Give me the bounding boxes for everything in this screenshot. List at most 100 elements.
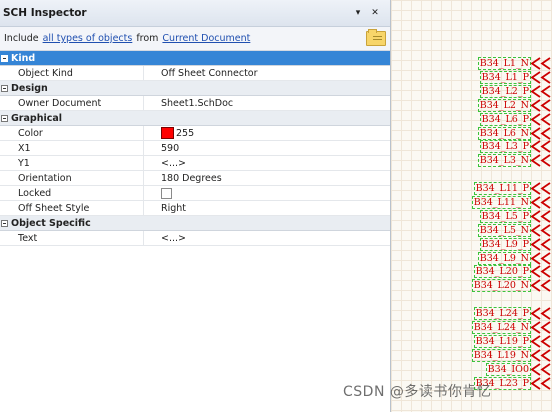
section-header[interactable]: Object Specific [0,216,390,231]
inspector-title: SCH Inspector [3,7,87,19]
off-sheet-connector[interactable]: B34_L24_P [473,307,552,320]
property-value-text: <...> [161,232,186,244]
net-label: B34_L11_P [473,182,531,195]
filter-bar: Include all types of objects from Curren… [0,27,390,51]
off-sheet-connector[interactable]: B34_L9_P [479,237,552,251]
off-sheet-connector[interactable]: B34_L1_P [479,70,552,84]
section-header[interactable]: Graphical [0,111,390,126]
property-name: X1 [18,142,31,154]
property-name: Color [18,127,43,139]
collapse-icon[interactable] [1,219,8,227]
property-row[interactable]: Y1 <...> [0,156,390,171]
section-title: Object Specific [11,217,91,229]
off-sheet-arrow-icon [530,57,551,70]
off-sheet-connector[interactable]: B34_L2_P [479,84,552,98]
property-row[interactable]: Owner Document Sheet1.SchDoc [0,96,390,111]
property-name: Owner Document [18,97,102,109]
off-sheet-connector[interactable]: B34_L5_N [477,223,552,237]
property-value[interactable]: Off Sheet Connector [143,66,390,80]
off-sheet-arrow-icon [530,98,551,112]
section-header[interactable]: Design [0,81,390,96]
net-label: B34_L5_P [479,209,531,223]
property-value[interactable] [143,186,390,200]
off-sheet-arrow-icon [530,140,551,154]
net-label: B34_L20_N [471,279,531,293]
net-label: B34_L2_N [477,98,531,112]
off-sheet-connector[interactable]: B34_L5_P [479,209,552,223]
off-sheet-connector[interactable]: B34_L11_N [471,195,552,209]
off-sheet-arrow-icon [530,376,551,390]
folder-icon[interactable] [366,29,386,46]
off-sheet-connector[interactable]: B34_L20_N [471,279,552,293]
property-name: Text [18,232,38,244]
property-row[interactable]: Off Sheet Style Right [0,201,390,216]
object-type-filter-link[interactable]: all types of objects [43,33,133,44]
net-label: B34_L11_N [471,195,531,209]
off-sheet-arrow-icon [530,154,551,168]
property-row[interactable]: X1 590 [0,141,390,156]
off-sheet-arrow-icon [530,210,551,223]
property-value[interactable]: 590 [143,141,390,155]
close-icon[interactable]: ✕ [368,8,382,18]
property-name: Y1 [18,157,30,169]
net-label: B34_L1_N [477,57,531,70]
net-label: B34_L19_P [473,334,531,348]
section-header[interactable]: Kind [0,51,390,66]
watermark: CSDN @多读书你肯忆 [343,384,492,400]
locked-checkbox[interactable] [161,187,172,199]
off-sheet-connector[interactable]: B34_L19_N [471,348,552,362]
color-swatch[interactable] [161,127,174,139]
property-row[interactable]: Color 255 [0,126,390,141]
off-sheet-connector[interactable]: B34_L19_P [473,334,552,348]
off-sheet-arrow-icon [530,348,551,362]
off-sheet-connector[interactable]: B34_L9_N [477,251,552,265]
off-sheet-connector[interactable]: B34_L6_N [477,126,552,140]
off-sheet-connector[interactable]: B34_L20_P [473,265,552,279]
property-value[interactable]: <...> [143,231,390,245]
off-sheet-connector[interactable]: B34_IO0 [485,362,552,376]
off-sheet-connector[interactable]: B34_L11_P [473,182,552,195]
off-sheet-arrow-icon [530,321,551,334]
property-value[interactable]: Sheet1.SchDoc [143,96,390,110]
property-row[interactable]: Object Kind Off Sheet Connector [0,66,390,81]
off-sheet-connector[interactable]: B34_L24_N [471,320,552,334]
off-sheet-arrow-icon [530,251,551,265]
collapse-icon[interactable] [1,84,8,92]
property-row[interactable]: Locked [0,186,390,201]
net-label: B34_L3_N [477,154,531,168]
net-label: B34_L9_N [477,251,531,265]
property-value-text: 180 Degrees [161,172,222,184]
property-value-text: Off Sheet Connector [161,67,258,79]
off-sheet-connector[interactable]: B34_L1_N [477,57,552,70]
property-row[interactable]: Orientation 180 Degrees [0,171,390,186]
off-sheet-connector[interactable]: B34_L3_N [477,154,552,168]
document-scope-link[interactable]: Current Document [162,33,250,44]
off-sheet-connector[interactable]: B34_L2_N [477,98,552,112]
off-sheet-arrow-icon [530,126,551,140]
property-value[interactable]: 255 [143,126,390,140]
off-sheet-arrow-icon [530,112,551,126]
off-sheet-arrow-icon [530,85,551,98]
property-value[interactable]: 180 Degrees [143,171,390,185]
property-value[interactable]: Right [143,201,390,215]
off-sheet-arrow-icon [530,223,551,237]
schematic-canvas[interactable]: B34_L1_N B34_L1_P B34_L2_P B34_L2_N B34_L6_P… [391,0,552,412]
property-name: Object Kind [18,67,73,79]
panel-menu-icon[interactable]: ▾ [351,8,365,18]
collapse-icon[interactable] [1,54,8,62]
off-sheet-arrow-icon [530,279,551,293]
off-sheet-connector[interactable]: B34_L3_P [479,140,552,154]
property-name: Off Sheet Style [18,202,90,214]
property-grid: Kind Object Kind Off Sheet Connector Design… [0,51,390,246]
property-value-text: Right [161,202,187,214]
property-value-text: 590 [161,142,180,154]
property-value-text: <...> [161,157,186,169]
net-label: B34_L9_P [479,237,531,251]
off-sheet-connector[interactable]: B34_L6_P [479,112,552,126]
collapse-icon[interactable] [1,114,8,122]
sch-inspector-panel: SCH Inspector ▾ ✕ Include all types of o… [0,0,391,412]
property-value[interactable]: <...> [143,156,390,170]
property-row[interactable]: Text <...> [0,231,390,246]
off-sheet-arrow-icon [530,196,551,209]
net-label: B34_L1_P [479,70,531,84]
